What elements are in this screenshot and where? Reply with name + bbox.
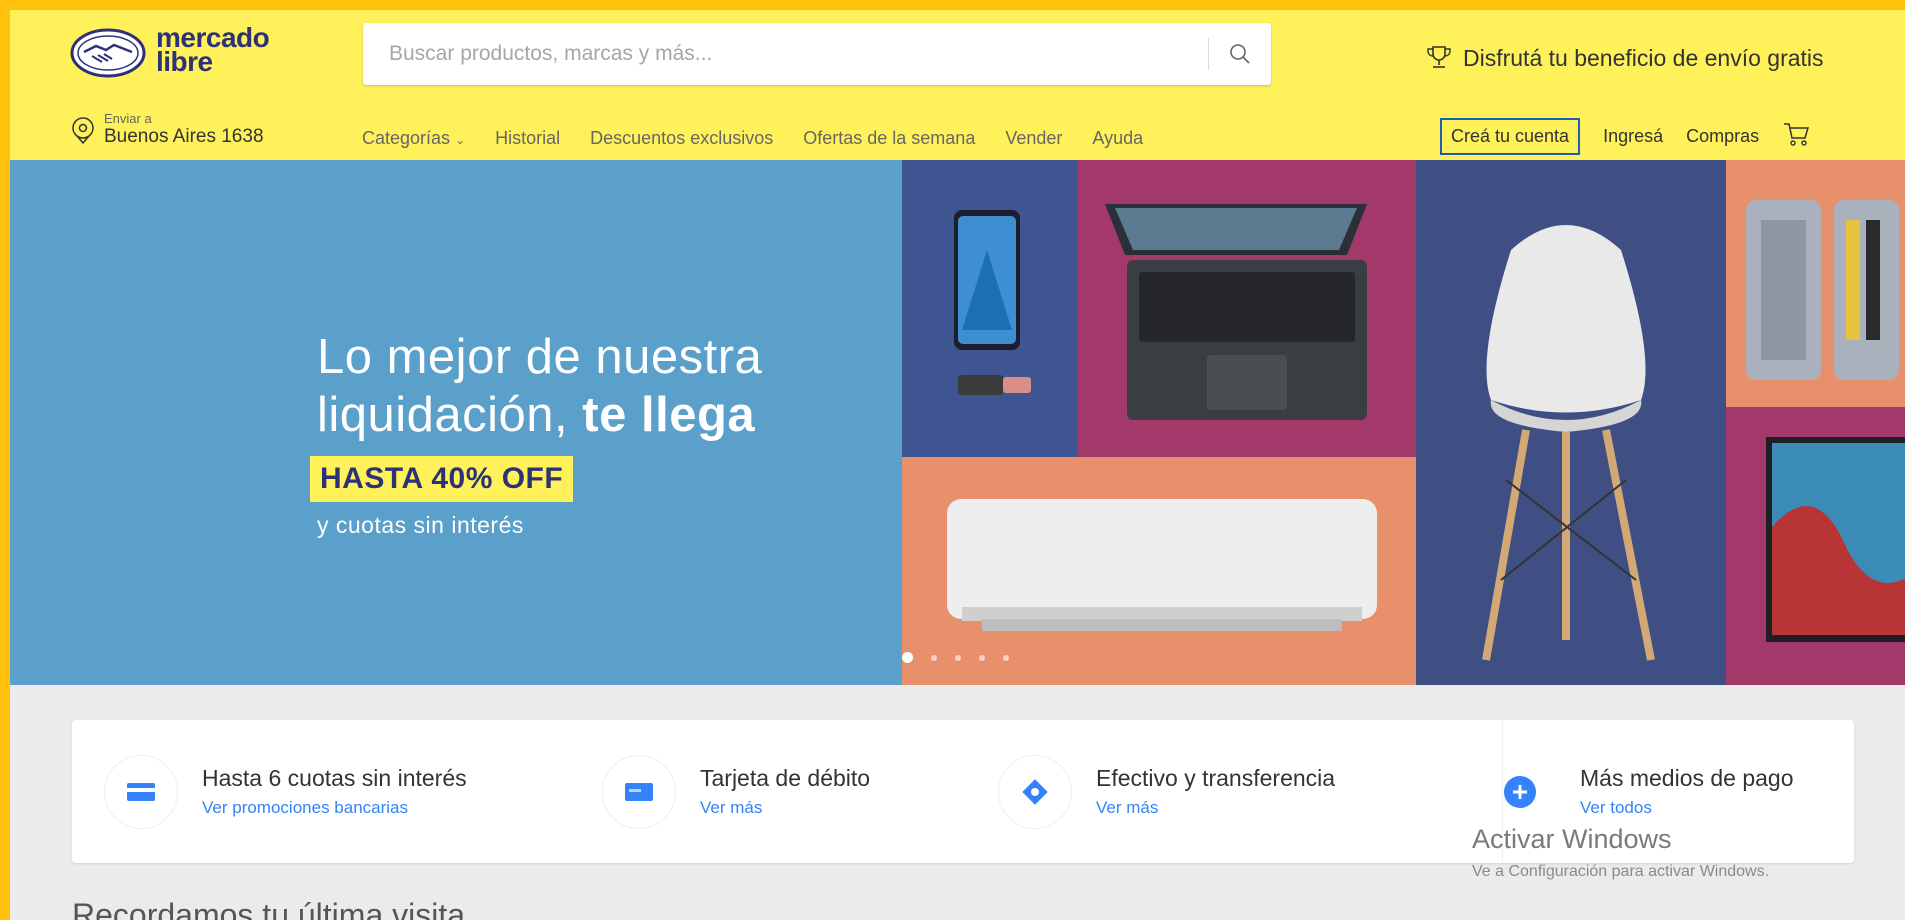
location-value: Buenos Aires 1638 (104, 126, 264, 147)
logo-text-line2: libre (156, 46, 213, 77)
cart-icon (1784, 123, 1810, 146)
hero-banner[interactable]: Lo mejor de nuestra liquidación, te lleg… (10, 160, 1905, 685)
carousel-dot-4[interactable] (979, 654, 985, 661)
tv-tile (1726, 407, 1905, 685)
location-label: Enviar a (104, 111, 152, 126)
hero-title-bold: te llega (582, 388, 756, 442)
trophy-icon (1427, 46, 1451, 68)
payment-link[interactable]: Ver todos (1580, 798, 1794, 818)
shipping-promo[interactable]: Disfrutá tu beneficio de envío gratis (1425, 44, 1824, 72)
hero-text: Lo mejor de nuestra liquidación, te lleg… (310, 328, 762, 539)
nav-categories-label: Categorías (362, 128, 451, 148)
nav-history[interactable]: Historial (495, 128, 560, 149)
cash-transfer-icon (1022, 778, 1048, 805)
recent-visit-heading: Recordamos tu última visita (72, 897, 466, 920)
watermark-title: Activar Windows (1472, 824, 1672, 854)
plus-icon (1504, 775, 1536, 808)
location-pin-icon (72, 117, 94, 144)
search-bar (363, 23, 1271, 85)
watermark-subtitle: Ve a Configuración para activar Windows. (1472, 863, 1770, 880)
laptop-image (1105, 204, 1367, 420)
search-input[interactable] (363, 23, 1193, 85)
carousel-dots (902, 652, 1009, 663)
search-icon (1230, 44, 1250, 64)
payment-link[interactable]: Ver más (700, 798, 870, 818)
purchases-link[interactable]: Compras (1686, 126, 1759, 147)
tools-tile (1726, 160, 1905, 407)
product-collage (902, 160, 1905, 685)
payment-title: Efectivo y transferencia (1096, 765, 1336, 791)
account-nav: Creá tu cuenta Ingresá Compras (1440, 118, 1810, 155)
television-image (1766, 437, 1905, 642)
air-conditioner-tile (902, 457, 1416, 685)
payment-item-debit[interactable]: Tarjeta de débito Ver más (602, 720, 870, 863)
chevron-down-icon: ⌄ (455, 133, 466, 147)
create-account-link[interactable]: Creá tu cuenta (1440, 118, 1581, 155)
toolkit-image (1746, 200, 1899, 380)
windows-activation-watermark: Activar Windows Ve a Configuración para … (1472, 824, 1769, 881)
logo[interactable]: mercado libre (70, 20, 290, 82)
cart-button[interactable] (1782, 121, 1810, 152)
air-conditioner-image (947, 499, 1377, 631)
carousel-dot-2[interactable] (931, 654, 937, 661)
nav-help[interactable]: Ayuda (1092, 128, 1143, 149)
hero-title: Lo mejor de nuestra liquidación, te lleg… (317, 328, 762, 444)
nav-sell[interactable]: Vender (1005, 128, 1062, 149)
handshake-logo-icon (70, 28, 146, 78)
chair-tile (1416, 160, 1726, 685)
chair-image (1482, 225, 1655, 661)
nav-exclusive-discounts[interactable]: Descuentos exclusivos (590, 128, 773, 149)
payment-title: Hasta 6 cuotas sin interés (202, 765, 467, 791)
credit-card-icon (127, 782, 155, 801)
carousel-dot-5[interactable] (1003, 654, 1009, 661)
search-button[interactable] (1209, 23, 1271, 85)
laptop-tile (1077, 160, 1416, 457)
phone-tile (902, 160, 1077, 457)
payment-item-installments[interactable]: Hasta 6 cuotas sin interés Ver promocion… (104, 720, 467, 863)
carousel-dot-1[interactable] (902, 652, 913, 663)
carousel-dot-3[interactable] (955, 654, 961, 661)
hero-title-line1: Lo mejor de nuestra (317, 330, 763, 384)
nav-weekly-offers[interactable]: Ofertas de la semana (803, 128, 975, 149)
location-selector[interactable]: Enviar a Buenos Aires 1638 (70, 106, 264, 154)
payment-link[interactable]: Ver promociones bancarias (202, 798, 467, 818)
header: mercado libre Disfrutá tu bene (10, 10, 1905, 160)
hero-discount-badge: HASTA 40% OFF (310, 456, 574, 502)
payment-title: Tarjeta de débito (700, 765, 871, 791)
hero-title-line2: liquidación, (317, 388, 569, 442)
payment-item-cash[interactable]: Efectivo y transferencia Ver más (998, 720, 1335, 863)
hero-subtitle: y cuotas sin interés (317, 512, 524, 538)
main-nav: Categorías ⌄ Historial Descuentos exclusi… (362, 128, 1143, 149)
payment-title: Más medios de pago (1580, 765, 1794, 791)
debit-card-icon (625, 782, 653, 801)
nav-categories[interactable]: Categorías ⌄ (362, 128, 465, 149)
page: mercado libre Disfrutá tu bene (10, 10, 1905, 920)
login-link[interactable]: Ingresá (1603, 126, 1663, 147)
payment-link[interactable]: Ver más (1096, 798, 1335, 818)
shipping-promo-text: Disfrutá tu beneficio de envío gratis (1463, 44, 1824, 71)
smartphone-image (954, 210, 1031, 395)
